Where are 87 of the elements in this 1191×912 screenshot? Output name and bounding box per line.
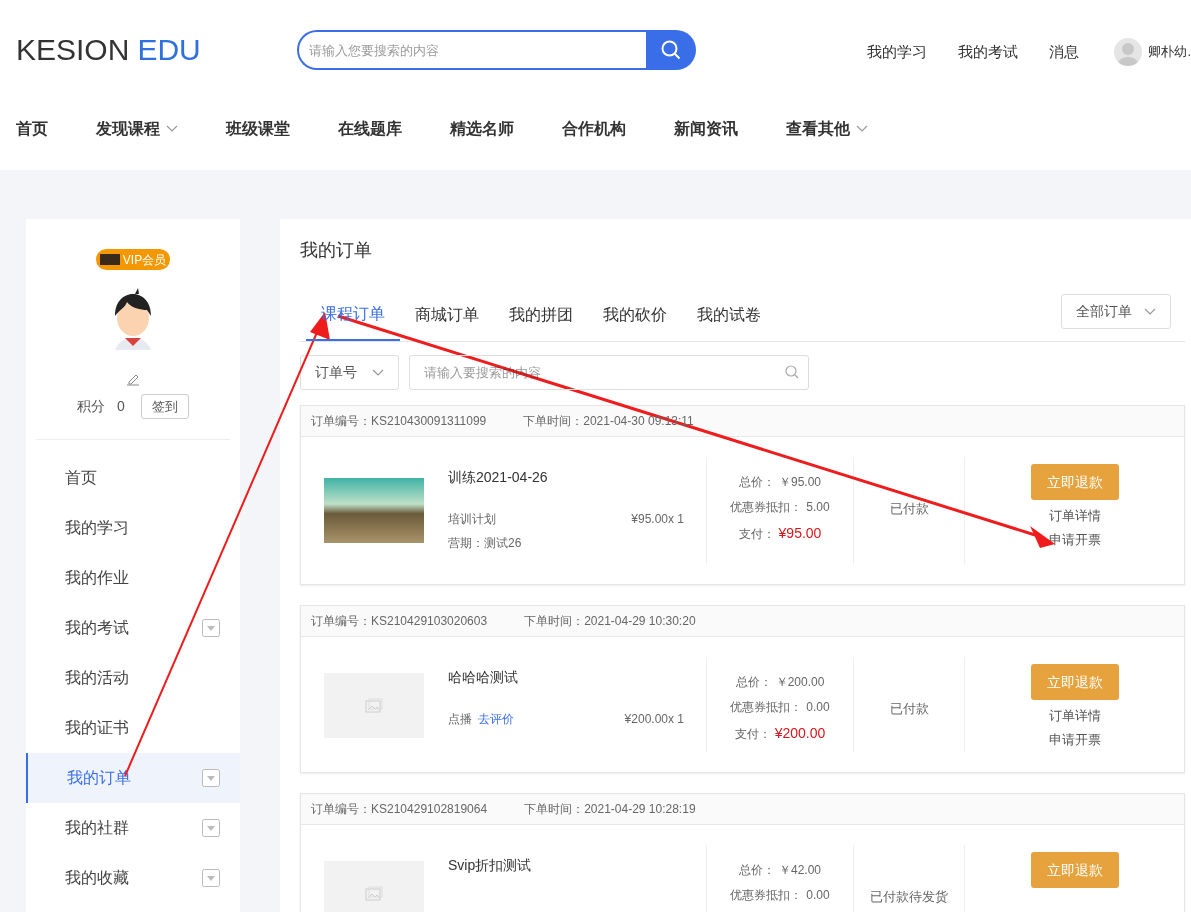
paid-value: ¥95.00 [778, 524, 822, 543]
discount-label: 优惠券抵扣： [730, 499, 803, 516]
tab[interactable]: 我的试卷 [682, 288, 776, 341]
search-type-dropdown[interactable]: 订单号 [300, 355, 399, 390]
course-type: 点播 [448, 711, 472, 728]
dropdown-icon[interactable] [202, 619, 220, 637]
top-link[interactable]: 消息 [1049, 40, 1080, 64]
total-value: ￥95.00 [779, 474, 821, 491]
total-value: ￥200.00 [775, 674, 825, 691]
order-status: 已付款 [889, 500, 929, 518]
order-action-link[interactable]: 申请开票 [1048, 730, 1101, 750]
search-field[interactable]: 请输入您要搜索的内容 [297, 30, 646, 70]
tab[interactable]: 商城订单 [400, 288, 494, 341]
sidebar-item[interactable]: 我的活动 [26, 653, 240, 703]
checkin-button[interactable]: 签到 [140, 394, 189, 419]
nav-link[interactable]: 合作机构 [562, 117, 626, 141]
top-link[interactable]: 我的学习 [867, 40, 928, 64]
points-value: 0 [117, 397, 125, 416]
search-icon [660, 39, 682, 61]
order-action-link[interactable]: 订单详情 [1048, 706, 1101, 726]
tab[interactable]: 我的拼团 [494, 288, 588, 341]
order-status: 已付款待发货 [870, 888, 948, 906]
vip-icon [99, 254, 120, 265]
order-status: 已付款 [889, 700, 929, 718]
course-title[interactable]: 训练2021-04-26 [448, 467, 706, 488]
order-time: 下单时间：2021-04-29 10:28:19 [524, 801, 696, 818]
nav-link[interactable]: 发现课程 [96, 117, 178, 141]
course-title[interactable]: Svip折扣测试 [448, 855, 706, 876]
nav-link[interactable]: 班级课堂 [226, 117, 290, 141]
chevron-down-icon [372, 368, 384, 377]
sidebar-item[interactable]: 我的证书 [26, 703, 240, 753]
sidebar-item[interactable]: 我的收藏 [26, 853, 240, 903]
nav-link[interactable]: 查看其他 [786, 117, 868, 141]
paid-label: 支付： [734, 726, 771, 743]
total-value: ￥42.00 [779, 862, 821, 879]
discount-value: 5.00 [806, 499, 830, 516]
nav-link[interactable]: 精选名师 [450, 117, 514, 141]
sidebar-item[interactable]: 我的订单 [26, 753, 240, 803]
chevron-down-icon [856, 125, 868, 133]
chevron-down-icon [166, 125, 178, 133]
sidebar-item[interactable]: 我的考试 [26, 603, 240, 653]
order-number: 订单编号：KS210429103020603 [311, 613, 488, 630]
camp-period: 营期：测试26 [448, 535, 523, 552]
total-label: 总价： [739, 474, 775, 491]
discount-value: 0.00 [806, 887, 830, 904]
search-icon[interactable] [785, 365, 799, 379]
dropdown-icon[interactable] [202, 819, 220, 837]
vip-badge: VIP会员 [95, 249, 171, 270]
order-action-link[interactable]: 申请开票 [1048, 530, 1101, 550]
nav-link[interactable]: 首页 [16, 117, 48, 141]
sidebar-item[interactable]: 我的作业 [26, 553, 240, 603]
nav-link[interactable]: 在线题库 [338, 117, 402, 141]
points-label: 积分 [77, 397, 106, 416]
total-label: 总价： [739, 862, 775, 879]
unit-price: ¥200.00x 1 [624, 711, 684, 728]
paid-label: 支付： [738, 526, 775, 543]
user-avatar[interactable] [1114, 38, 1143, 66]
discount-label: 优惠券抵扣： [730, 887, 803, 904]
dropdown-icon[interactable] [202, 869, 220, 887]
total-label: 总价： [735, 674, 772, 691]
user-name[interactable]: 卿朴幼. [1148, 42, 1191, 62]
unit-price: ¥95.00x 1 [631, 511, 684, 528]
order-action-link[interactable]: 订单详情 [1048, 506, 1101, 526]
order-filter-dropdown[interactable]: 全部订单 [1061, 294, 1171, 329]
pencil-icon[interactable] [126, 372, 140, 386]
sidebar-item[interactable]: 我的学习 [26, 503, 240, 553]
tab[interactable]: 我的砍价 [588, 288, 682, 341]
order-number: 订单编号：KS210430091311099 [311, 413, 487, 430]
logo[interactable]: KESION EDU [16, 35, 297, 65]
search-button[interactable] [646, 30, 696, 70]
nav-link[interactable]: 新闻资讯 [674, 117, 738, 141]
course-type: 培训计划 [448, 511, 496, 528]
image-icon [365, 885, 383, 902]
page-title: 我的订单 [300, 239, 373, 262]
image-icon [365, 697, 383, 714]
chevron-down-icon [1144, 307, 1156, 316]
paid-value: ¥200.00 [774, 724, 826, 743]
course-title[interactable]: 哈哈哈测试 [448, 667, 706, 688]
discount-label: 优惠券抵扣： [730, 699, 803, 716]
sidebar-item[interactable]: 首页 [26, 453, 240, 503]
review-link[interactable]: 去评价 [478, 710, 514, 728]
dropdown-icon[interactable] [202, 769, 220, 787]
sidebar-item[interactable]: 我的社群 [26, 803, 240, 853]
top-link[interactable]: 我的考试 [958, 40, 1019, 64]
discount-value: 0.00 [806, 699, 830, 716]
order-time: 下单时间：2021-04-29 10:30:20 [524, 613, 696, 630]
order-number: 订单编号：KS210429102819064 [311, 801, 488, 818]
